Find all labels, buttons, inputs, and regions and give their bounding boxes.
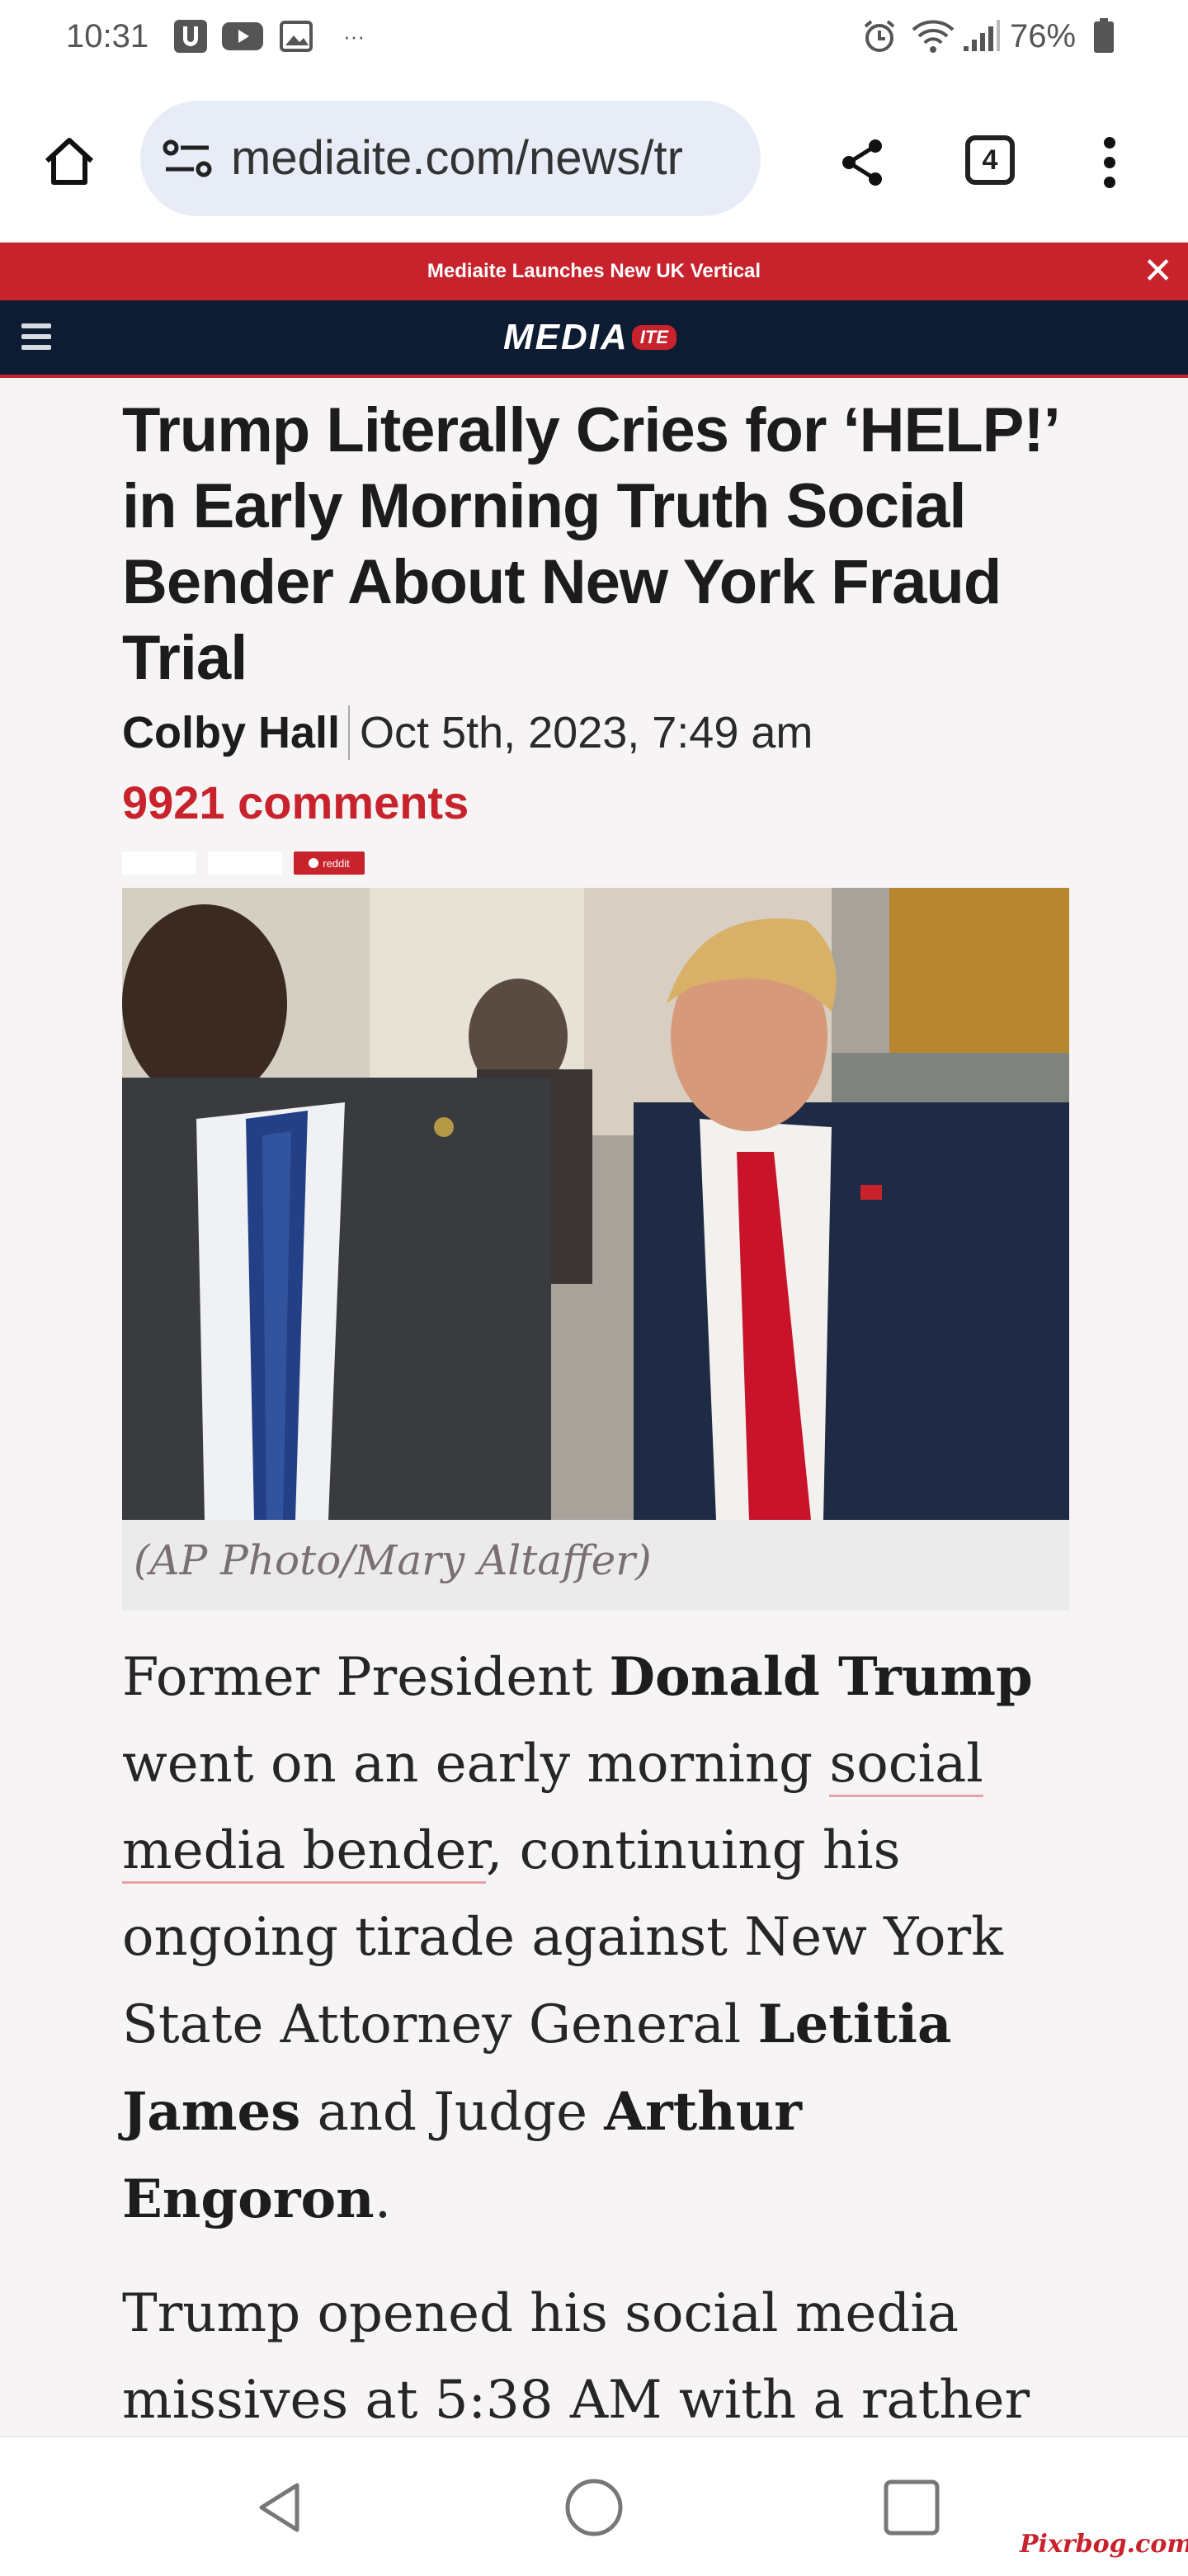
article-paragraph-2: Trump opened his social media missives a… — [122, 2283, 1030, 2431]
recents-button[interactable] — [874, 2470, 949, 2545]
url-text[interactable]: mediaite.com/news/tr — [231, 130, 742, 186]
logo-wordmark: MEDIA — [503, 317, 629, 357]
byline: Colby Hall Oct 5th, 2023, 7:49 am — [122, 703, 813, 762]
share-button-placeholder[interactable] — [208, 852, 282, 875]
home-button[interactable] — [33, 125, 106, 198]
home-icon — [45, 138, 94, 185]
share-icon — [842, 139, 882, 186]
paragraph-text: went on an early morning — [122, 1734, 830, 1795]
share-buttons: reddit — [122, 852, 365, 876]
reddit-icon — [309, 858, 319, 868]
article-paragraph: Former President Donald Trump went on an… — [122, 1634, 1079, 2243]
close-icon[interactable]: ✕ — [1143, 251, 1173, 292]
alarm-icon — [861, 20, 898, 53]
watermark: Pixrbog.com — [1020, 2530, 1188, 2559]
back-icon — [259, 2483, 299, 2532]
promo-banner-text[interactable]: Mediaite Launches New UK Vertical — [427, 260, 761, 282]
youtube-icon — [221, 20, 264, 53]
status-bar: 10:31 ··· 76% — [0, 0, 1188, 79]
logo-tag: ITE — [631, 325, 677, 350]
battery-icon — [1092, 18, 1115, 53]
comments-link[interactable]: 9921 comments — [122, 776, 469, 829]
paragraph-text: . — [374, 2169, 392, 2230]
promo-banner[interactable]: Mediaite Launches New UK Vertical ✕ — [0, 243, 1188, 300]
status-time: 10:31 — [66, 18, 149, 54]
notification-more: ··· — [343, 23, 365, 49]
u-app-icon — [173, 20, 208, 53]
share-button-placeholder[interactable] — [122, 852, 196, 875]
photo-caption: (AP Photo/Mary Altaffer) — [134, 1536, 652, 1584]
site-settings-icon[interactable] — [158, 134, 216, 183]
reddit-share-label: reddit — [323, 856, 350, 870]
system-nav-bar — [0, 2436, 1188, 2576]
recents-icon — [884, 2479, 940, 2536]
tab-switcher-button[interactable]: 4 — [965, 135, 1015, 185]
person-name: Donald Trump — [609, 1646, 1033, 1708]
site-header: MEDIA ITE — [0, 300, 1188, 378]
wifi-icon — [911, 20, 955, 53]
battery-percent: 76% — [1010, 18, 1077, 54]
publish-date: Oct 5th, 2023, 7:49 am — [360, 708, 813, 757]
home-circle-icon — [565, 2479, 623, 2536]
gallery-icon — [279, 20, 314, 53]
paragraph-text: and Judge — [300, 2082, 605, 2143]
browser-toolbar: mediaite.com/news/tr 4 — [0, 79, 1188, 241]
back-button[interactable] — [243, 2470, 318, 2545]
byline-divider — [348, 705, 351, 760]
article-photo[interactable] — [122, 888, 1069, 1520]
home-nav-button[interactable] — [557, 2470, 631, 2545]
address-bar[interactable]: mediaite.com/news/tr — [140, 101, 761, 216]
author-link[interactable]: Colby Hall — [122, 707, 340, 758]
share-button[interactable] — [825, 125, 899, 200]
menu-icon[interactable] — [21, 323, 51, 356]
more-options-button[interactable] — [1081, 125, 1138, 200]
signal-icon — [960, 20, 1002, 53]
reddit-share-button[interactable]: reddit — [294, 852, 365, 875]
paragraph-text: Former President — [122, 1647, 610, 1708]
more-vert-icon — [1104, 137, 1115, 188]
photo-caption-box: (AP Photo/Mary Altaffer) — [122, 1520, 1069, 1611]
site-logo[interactable]: MEDIA ITE — [503, 317, 677, 358]
article-headline: Trump Literally Cries for ‘HELP!’ in Ear… — [122, 395, 1058, 693]
